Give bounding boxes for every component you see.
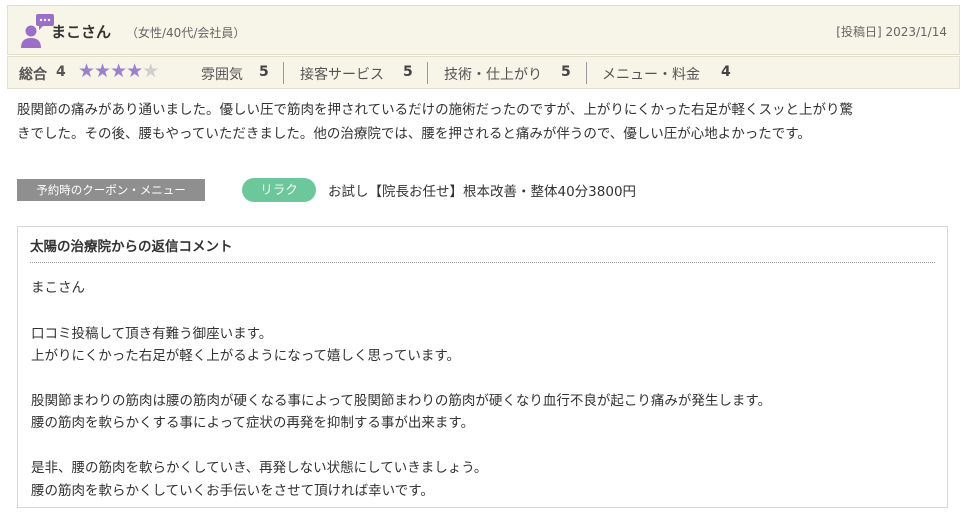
- reply-line: 腰の筋肉を軟らかくする事によって症状の再発を抑制する事が出来ます。: [31, 415, 475, 431]
- divider: [586, 62, 587, 84]
- star-empty-icon: ★: [142, 60, 159, 82]
- user-avatar-with-chat-bubble-icon: [21, 14, 54, 48]
- reply-line: 上がりにくかった右足が軽く上がるようになって嬉しく思っています。: [31, 348, 461, 364]
- reply-line: 是非、腰の筋肉を軟らかくしていき、再発しない状態にしていきましょう。: [31, 460, 488, 476]
- reviewer-name: まこさん: [51, 23, 112, 41]
- post-date: [投稿日] 2023/1/14: [836, 25, 947, 39]
- reply-title: 太陽の治療院からの返信コメント: [30, 239, 233, 255]
- star-filled-icon: ★: [126, 60, 143, 82]
- reply-divider: [30, 262, 935, 263]
- star-filled-icon: ★: [110, 60, 127, 82]
- coupon-menu-label: 予約時のクーポン・メニュー: [17, 179, 205, 201]
- star-rating: ★★★★★: [78, 60, 159, 82]
- overall-rating-value: 4: [56, 64, 66, 80]
- review-body-line: 股関節の痛みがあり通いました。優しい圧で筋肉を押されているだけの施術だったのです…: [17, 102, 854, 118]
- divider: [283, 62, 284, 84]
- reviewer-attributes: （女性/40代/会社員）: [126, 26, 246, 40]
- rating-label-technique: 技術・仕上がり: [444, 67, 542, 83]
- rating-label-atmosphere: 雰囲気: [201, 67, 243, 83]
- coupon-menu-text: お試し【院長お任せ】根本改善・整体40分3800円: [328, 184, 637, 200]
- rating-value-technique: 5: [561, 64, 571, 80]
- rating-value-menu-price: 4: [721, 64, 731, 80]
- star-filled-icon: ★: [94, 60, 111, 82]
- review-body: 股関節の痛みがあり通いました。優しい圧で筋肉を押されているだけの施術だったのです…: [17, 98, 952, 146]
- reply-line: 股関節まわりの筋肉は腰の筋肉が硬くなる事によって股関節まわりの筋肉が硬くなり血行…: [31, 393, 772, 409]
- shop-reply-box: 太陽の治療院からの返信コメント まこさん 口コミ投稿して頂き有難う御座います。 …: [17, 226, 948, 508]
- ratings-bar: 総合 4 ★★★★★ 雰囲気 5 接客サービス 5 技術・仕上がり 5 メニュー…: [7, 56, 960, 89]
- category-tag: リラク: [242, 178, 316, 202]
- overall-rating-label: 総合: [19, 67, 47, 83]
- reply-line: 腰の筋肉を軟らかくしていくお手伝いをさせて頂ければ幸いです。: [31, 483, 434, 499]
- reply-line: まこさん: [31, 280, 85, 296]
- reply-line: 口コミ投稿して頂き有難う御座います。: [31, 326, 273, 342]
- rating-value-service: 5: [403, 64, 413, 80]
- rating-value-atmosphere: 5: [259, 64, 269, 80]
- rating-label-menu-price: メニュー・料金: [602, 67, 700, 83]
- divider: [427, 62, 428, 84]
- review-header: まこさん （女性/40代/会社員） [投稿日] 2023/1/14: [7, 5, 960, 55]
- star-filled-icon: ★: [78, 60, 95, 82]
- rating-label-service: 接客サービス: [300, 67, 384, 83]
- review-body-line: きでした。その後、腰もやっていただきました。他の治療院では、腰を押されると痛みが…: [17, 126, 811, 142]
